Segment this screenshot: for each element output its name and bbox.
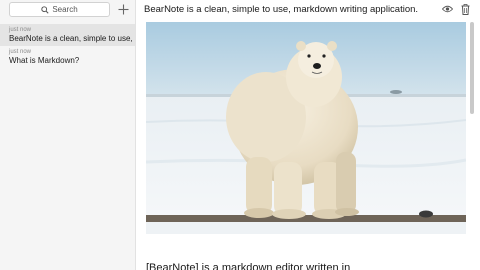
note-title: What is Markdown? xyxy=(9,56,80,65)
note-list-item[interactable]: just now BearNote is a clean, simple to … xyxy=(0,24,135,46)
polar-bear-photo xyxy=(146,22,466,234)
search-icon xyxy=(41,5,49,14)
note-list-item[interactable]: just now What is Markdown? xyxy=(0,46,135,68)
eye-icon xyxy=(441,5,453,13)
scrollbar-thumb[interactable] xyxy=(470,22,474,114)
polar-bear-image xyxy=(146,22,466,234)
note-timestamp: just now xyxy=(9,27,32,33)
editor-scrollbar[interactable] xyxy=(469,22,475,270)
content-heading: [BearNote] is a markdown editor written … xyxy=(146,262,351,270)
note-timestamp: just now xyxy=(9,49,32,55)
delete-button[interactable] xyxy=(459,3,471,15)
trash-icon xyxy=(461,3,469,15)
document-title[interactable]: BearNote is a clean, simple to use, mark… xyxy=(144,4,418,15)
add-note-button[interactable] xyxy=(116,2,130,17)
plus-icon xyxy=(118,4,128,15)
search-placeholder: Search xyxy=(52,5,78,14)
preview-button[interactable] xyxy=(441,3,453,15)
search-input[interactable]: Search xyxy=(9,2,110,17)
note-title: BearNote is a clean, simple to use, n xyxy=(9,34,135,43)
notes-sidebar: Search just now BearNote is a clean, sim… xyxy=(0,0,136,270)
editor-pane: BearNote is a clean, simple to use, mark… xyxy=(137,0,480,270)
